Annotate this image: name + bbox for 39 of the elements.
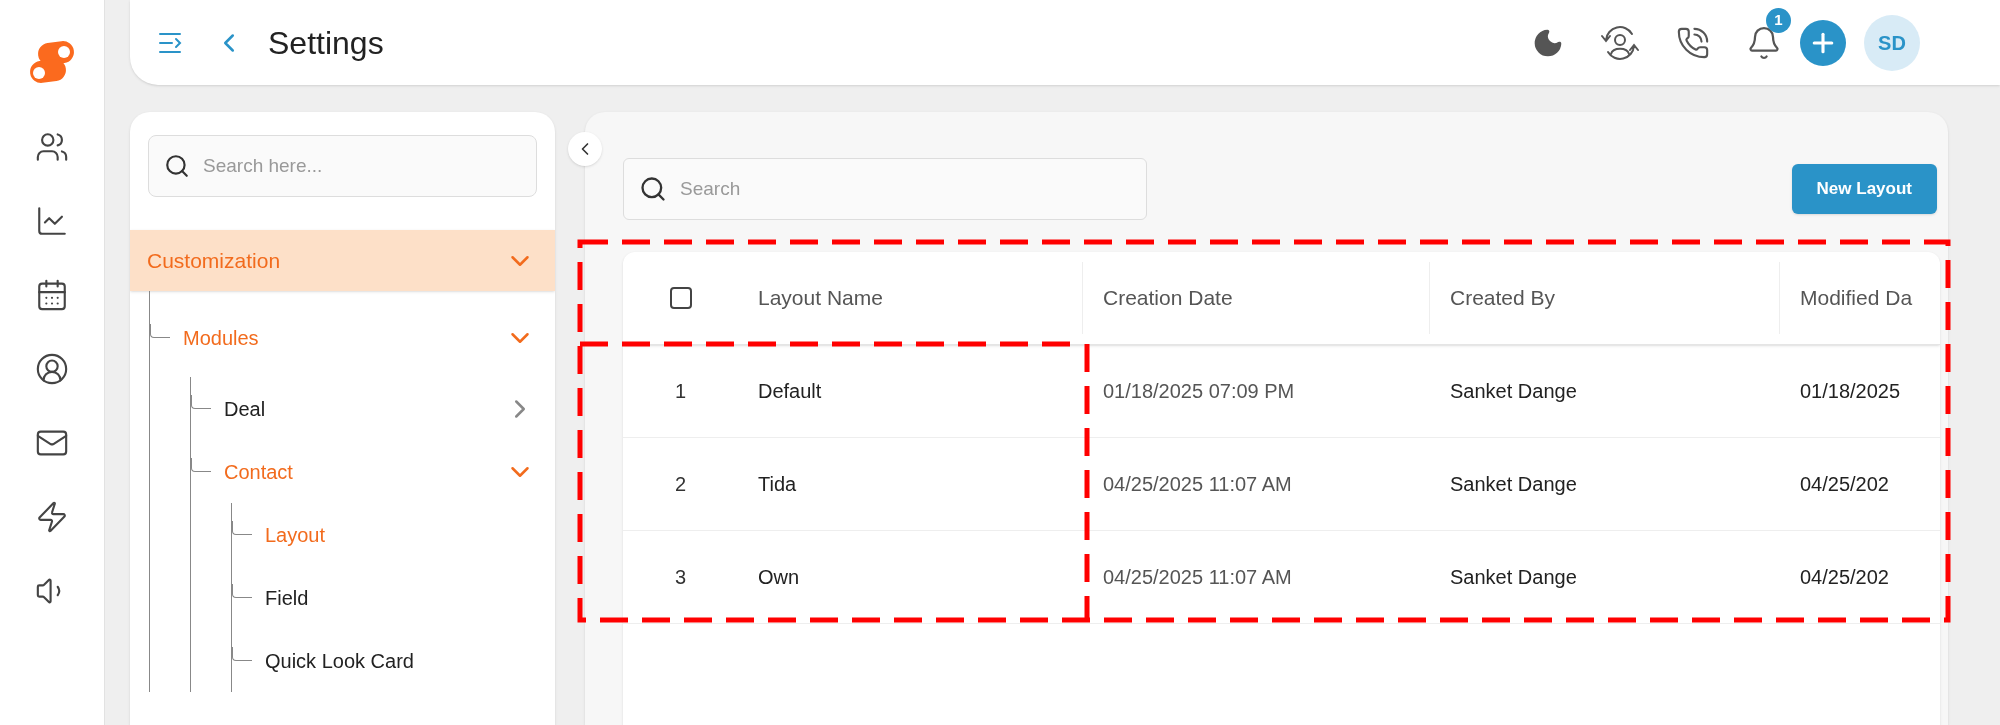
table-cell-text: 04/25/202 bbox=[1800, 472, 1889, 497]
logo-icon[interactable] bbox=[28, 38, 76, 86]
table-cell-text: Tida bbox=[758, 472, 797, 497]
table-cell-text: 01/18/2025 bbox=[1800, 379, 1901, 404]
table-cell-text: Sanket Dange bbox=[1450, 565, 1577, 590]
phone-icon[interactable] bbox=[1676, 25, 1710, 60]
tree-item-label[interactable]: Quick Look Card bbox=[265, 645, 414, 676]
bell-icon[interactable] bbox=[1746, 24, 1782, 61]
column-header[interactable]: Creation Date bbox=[1103, 282, 1233, 314]
line-chart-icon[interactable] bbox=[35, 204, 69, 238]
row-number: 3 bbox=[674, 565, 687, 590]
search-icon bbox=[164, 153, 190, 179]
user-sync-icon[interactable] bbox=[1600, 23, 1640, 62]
page-title: Settings bbox=[268, 23, 384, 63]
lightning-icon[interactable] bbox=[35, 500, 69, 534]
column-header[interactable]: Created By bbox=[1450, 282, 1556, 314]
column-header[interactable]: Layout Name bbox=[758, 282, 883, 314]
column-header[interactable]: Modified Da bbox=[1800, 282, 1913, 314]
table-cell-text: Sanket Dange bbox=[1450, 472, 1577, 497]
tree-item-label[interactable]: Deal bbox=[224, 393, 266, 424]
table-cell-text: Own bbox=[758, 565, 800, 590]
table-cell-text: Sanket Dange bbox=[1450, 379, 1577, 404]
user-circle-icon[interactable] bbox=[35, 352, 69, 386]
table-cell-text: 04/25/2025 11:07 AM bbox=[1103, 565, 1292, 590]
table-cell-text: 04/25/2025 11:07 AM bbox=[1103, 472, 1292, 497]
row-number: 1 bbox=[674, 379, 687, 404]
tree-item-label[interactable]: Field bbox=[265, 582, 309, 613]
table-cell-text: 01/18/2025 07:09 PM bbox=[1103, 379, 1295, 404]
table-cell-text: 04/25/202 bbox=[1800, 565, 1889, 590]
search-field[interactable]: Search here... bbox=[148, 135, 537, 197]
notification-badge: 1 bbox=[1766, 7, 1791, 33]
search-field[interactable]: Search bbox=[623, 158, 1147, 220]
calendar-icon[interactable] bbox=[35, 278, 69, 312]
search-icon bbox=[639, 175, 667, 203]
users-icon[interactable] bbox=[35, 130, 69, 164]
row-number: 2 bbox=[674, 472, 687, 497]
add-button[interactable] bbox=[1800, 19, 1846, 66]
select-all-checkbox[interactable] bbox=[669, 287, 692, 309]
table-cell-text: Default bbox=[758, 379, 822, 404]
